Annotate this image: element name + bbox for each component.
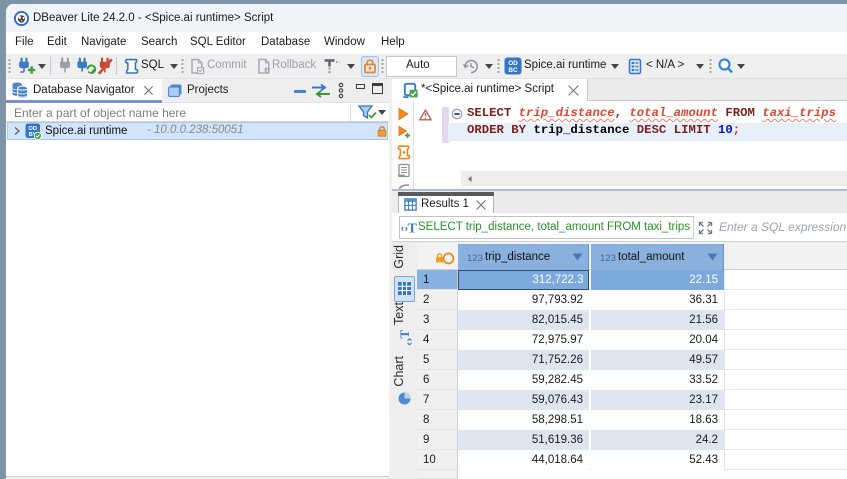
svg-text:T: T (408, 222, 418, 237)
svg-text:OD: OD (508, 60, 518, 67)
svg-text:OD: OD (28, 126, 37, 132)
svg-text:T: T (397, 330, 412, 339)
svg-text:BC: BC (508, 67, 518, 74)
